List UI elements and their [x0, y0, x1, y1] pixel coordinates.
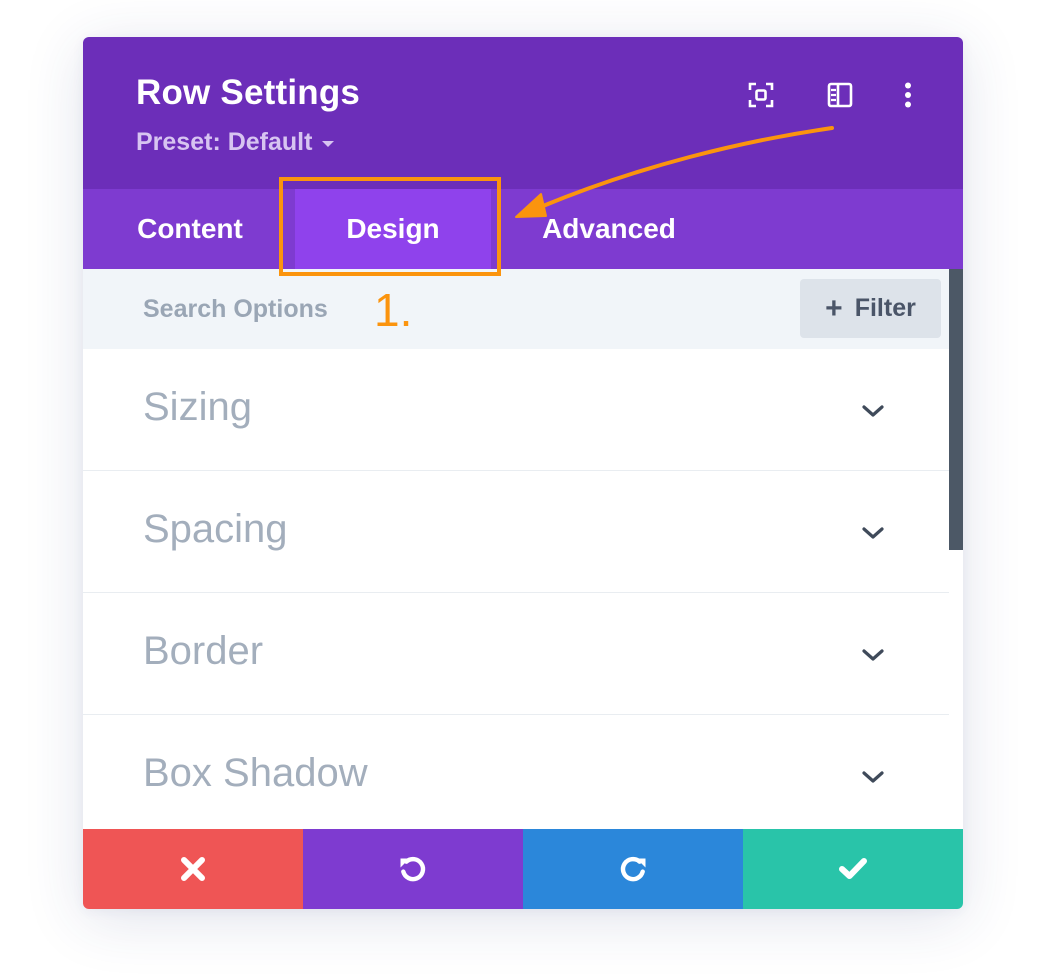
undo-icon: [400, 856, 426, 882]
modal-footer: [83, 829, 963, 909]
redo-icon: [620, 856, 646, 882]
fullscreen-button[interactable]: [745, 79, 777, 111]
caret-down-icon: [322, 140, 335, 147]
sidebar-layout-button[interactable]: [824, 79, 856, 111]
search-bar: + Filter: [83, 269, 949, 349]
search-input[interactable]: [143, 291, 443, 327]
section-label: Sizing: [143, 385, 252, 429]
section-label: Spacing: [143, 507, 288, 551]
tab-label: Advanced: [542, 213, 676, 244]
fullscreen-icon: [748, 82, 774, 108]
preset-label: Preset: Default: [136, 128, 313, 156]
section-spacing[interactable]: Spacing: [83, 471, 949, 593]
chevron-down-icon: [862, 405, 884, 417]
close-icon: [181, 857, 205, 881]
check-icon: [839, 858, 867, 879]
tab-label: Content: [137, 213, 243, 244]
cancel-button[interactable]: [83, 829, 303, 909]
chevron-down-icon: [862, 771, 884, 783]
scrollbar-thumb[interactable]: [949, 269, 963, 550]
more-options-icon: [905, 82, 911, 108]
plus-icon: +: [825, 291, 843, 325]
options-list: Sizing Spacing Border Box Shadow: [83, 349, 949, 829]
tab-advanced[interactable]: Advanced: [523, 189, 695, 269]
section-sizing[interactable]: Sizing: [83, 349, 949, 471]
tab-label: Design: [346, 213, 440, 244]
filter-button[interactable]: + Filter: [800, 279, 941, 338]
tab-design[interactable]: Design: [295, 189, 491, 269]
section-box-shadow[interactable]: Box Shadow: [83, 715, 949, 836]
redo-button[interactable]: [523, 829, 743, 909]
save-button[interactable]: [743, 829, 963, 909]
tab-content[interactable]: Content: [105, 189, 275, 269]
tab-bar: Content Design Advanced: [83, 189, 963, 269]
section-border[interactable]: Border: [83, 593, 949, 715]
sidebar-layout-icon: [827, 82, 853, 108]
row-settings-modal: Row Settings Preset: Default Content Des…: [83, 37, 963, 909]
undo-button[interactable]: [303, 829, 523, 909]
section-label: Box Shadow: [143, 751, 368, 795]
modal-title: Row Settings: [136, 73, 361, 112]
preset-dropdown[interactable]: Preset: Default: [136, 128, 335, 157]
section-label: Border: [143, 629, 264, 673]
more-options-button[interactable]: [892, 79, 924, 111]
filter-label: Filter: [854, 294, 916, 322]
modal-header: Row Settings Preset: Default: [83, 37, 963, 189]
chevron-down-icon: [862, 649, 884, 661]
chevron-down-icon: [862, 527, 884, 539]
